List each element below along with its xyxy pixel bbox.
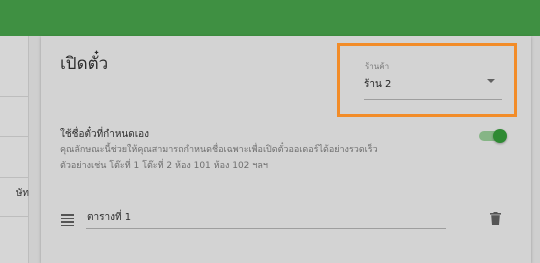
toggle-thumb [493,129,507,143]
store-select-underline [364,99,502,100]
open-tickets-card: เปิดตั๋ว ร้านค้า ร้าน 2 ใช้ชื่อตั๋วที่กำ… [41,36,531,263]
nav-divider [0,177,29,178]
drag-handle-icon[interactable] [61,214,74,226]
chevron-down-icon[interactable] [487,79,495,83]
store-select[interactable]: ร้าน 2 [364,77,391,92]
left-navigation-panel: ษัท [0,36,29,263]
store-select-highlight: ร้านค้า ร้าน 2 [337,43,517,117]
trash-icon[interactable] [490,212,501,225]
nav-divider [0,216,29,217]
custom-ticket-description: คุณลักษณะนี้ช่วยให้คุณสามารถกำหนดชื่อเฉพ… [60,145,378,171]
ticket-row: ตารางที่ 1 [60,206,510,230]
nav-item-partial-label[interactable]: ษัท [0,186,29,201]
store-select-label: ร้านค้า [365,62,390,71]
top-app-bar [0,0,540,36]
ticket-name-value: ตารางที่ 1 [87,212,132,223]
nav-divider [0,96,29,97]
custom-ticket-toggle[interactable] [479,129,507,143]
nav-divider [0,136,29,137]
ticket-name-field[interactable]: ตารางที่ 1 [86,206,446,229]
card-title: เปิดตั๋ว [60,54,109,74]
custom-ticket-title: ใช้ชื่อตั๋วที่กำหนดเอง [60,129,150,140]
